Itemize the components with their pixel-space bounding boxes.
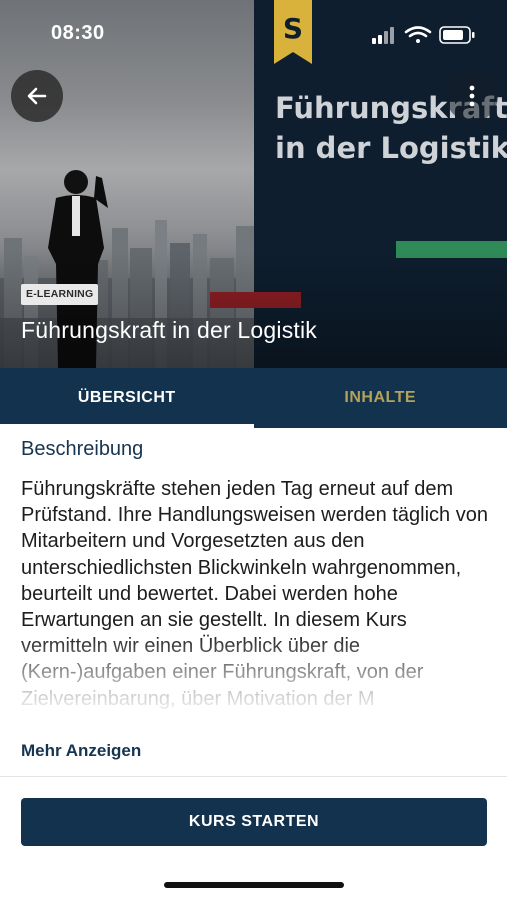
signal-icon [372,27,394,44]
status-time: 08:30 [51,22,105,44]
brand-letter: S [283,12,303,45]
tab-bar: ÜBERSICHT INHALTE [0,368,507,428]
hero-headline-line2: in der Logistik [275,131,507,165]
more-options-button[interactable] [446,70,498,122]
description-fade [21,634,491,714]
hero-shade [0,250,507,368]
show-more-link[interactable]: Mehr Anzeigen [21,741,141,761]
brand-logo-icon: S [274,0,312,64]
tab-overview[interactable]: ÜBERSICHT [0,368,254,428]
wifi-icon [404,26,432,43]
description-heading: Beschreibung [21,438,144,460]
battery-icon [439,26,475,44]
home-indicator [164,882,344,888]
description-container: Führungskräfte stehen jeden Tag erneut a… [21,476,491,714]
tab-contents[interactable]: INHALTE [254,368,507,428]
back-button[interactable] [11,70,63,122]
start-course-button[interactable]: KURS STARTEN [21,798,487,846]
hero-banner: S Führungskraft in der Logistik [0,0,507,368]
more-vertical-icon [469,85,475,107]
course-type-badge: E-LEARNING [21,284,99,305]
status-icons [372,26,475,44]
course-title: Führungskraft in der Logistik [21,317,317,343]
divider [0,776,507,777]
arrow-left-icon [27,87,47,105]
